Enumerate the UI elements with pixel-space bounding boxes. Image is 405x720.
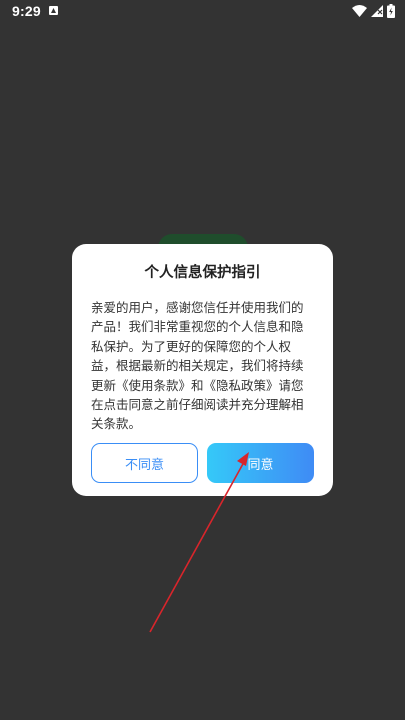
status-icons	[352, 4, 395, 18]
cellular-signal-icon	[371, 5, 383, 17]
screen: 9:29 个人信息保护指引 亲爱的用户，感谢您信任并使用我们的产品！我们非常重视…	[0, 0, 405, 720]
status-bar: 9:29	[0, 0, 405, 24]
battery-icon	[387, 4, 395, 18]
decline-button[interactable]: 不同意	[91, 443, 198, 483]
notification-icon	[49, 6, 58, 15]
wifi-icon	[352, 5, 367, 17]
accept-button[interactable]: 同意	[207, 443, 314, 483]
dialog-body-text: 亲爱的用户，感谢您信任并使用我们的产品！我们非常重视您的个人信息和隐私保护。为了…	[91, 300, 304, 432]
dialog-title: 个人信息保护指引	[144, 265, 261, 281]
privacy-dialog: 个人信息保护指引 亲爱的用户，感谢您信任并使用我们的产品！我们非常重视您的个人信…	[72, 244, 333, 496]
status-time: 9:29	[12, 3, 41, 19]
